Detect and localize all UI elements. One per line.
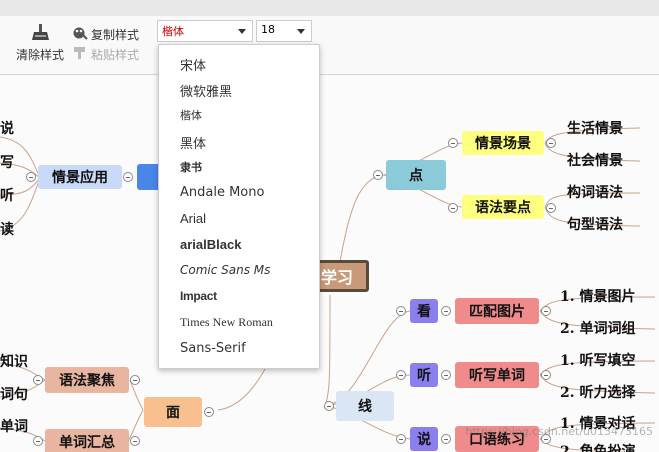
node-point[interactable]: 点 xyxy=(386,160,446,190)
window-top-strip xyxy=(0,0,659,16)
paste-style-button[interactable]: 粘贴样式 xyxy=(72,46,139,63)
node-face-leaf[interactable]: 单词 xyxy=(0,416,28,436)
font-size-value: 18 xyxy=(261,23,275,36)
node-left-top-parent[interactable]: 情景应用 xyxy=(38,165,122,189)
node-face-leaf[interactable]: 词句 xyxy=(0,384,28,404)
watermark: https://blog.csdn.net/u013473165 xyxy=(465,425,653,438)
node-face[interactable]: 面 xyxy=(144,397,202,427)
font-family-select[interactable]: 楷体 xyxy=(157,20,253,42)
collapse-toggle[interactable] xyxy=(33,436,43,446)
font-option[interactable]: 微软雅黑 xyxy=(180,81,232,100)
collapse-toggle[interactable] xyxy=(26,172,36,182)
collapse-toggle[interactable] xyxy=(396,306,406,316)
paste-style-label: 粘贴样式 xyxy=(91,48,140,62)
font-option[interactable]: Sans-Serif xyxy=(180,341,246,356)
chevron-down-icon xyxy=(297,29,305,34)
paint-icon xyxy=(72,26,88,43)
clear-style-label: 清除样式 xyxy=(16,48,65,62)
collapse-toggle[interactable] xyxy=(123,172,133,182)
node-line-leaf[interactable]: 2. 听力选择 xyxy=(560,382,636,402)
node-point-leaf[interactable]: 生活情景 xyxy=(567,118,623,138)
font-family-value: 楷体 xyxy=(162,25,184,38)
collapse-toggle[interactable] xyxy=(373,170,383,180)
paste-brush-icon xyxy=(72,46,88,63)
node-line[interactable]: 线 xyxy=(336,391,394,421)
font-option[interactable]: Andale Mono xyxy=(180,185,264,200)
font-option[interactable]: arialBlack xyxy=(180,237,241,252)
broom-icon xyxy=(29,24,51,45)
node-point-leaf[interactable]: 构词语法 xyxy=(567,182,623,202)
node-face-mid[interactable]: 语法聚焦 xyxy=(45,367,129,393)
collapse-toggle[interactable] xyxy=(441,306,451,316)
collapse-toggle[interactable] xyxy=(396,434,406,444)
collapse-toggle[interactable] xyxy=(541,306,551,316)
node-left-leaf[interactable]: 说 xyxy=(0,118,14,138)
font-option[interactable]: 宋体 xyxy=(180,55,206,74)
collapse-toggle[interactable] xyxy=(130,375,140,385)
collapse-toggle[interactable] xyxy=(441,434,451,444)
node-left-leaf[interactable]: 写 xyxy=(0,152,14,172)
node-line-leaf[interactable]: 2. 单词词组 xyxy=(560,318,636,338)
collapse-toggle[interactable] xyxy=(204,407,214,417)
node-line-child[interactable]: 看 xyxy=(410,299,438,323)
collapse-toggle[interactable] xyxy=(130,436,140,446)
node-line-leaf[interactable]: 2. 角色扮演 xyxy=(560,441,636,452)
collapse-toggle[interactable] xyxy=(441,370,451,380)
font-option[interactable]: 楷体 xyxy=(180,107,202,123)
collapse-toggle[interactable] xyxy=(396,370,406,380)
font-option[interactable]: Impact xyxy=(180,289,217,303)
mindmap-canvas[interactable]: 情景应用 说 写 听 读 学习 点 情景场景 语法要点 生活情景 社会情景 构词… xyxy=(0,75,659,452)
collapse-toggle[interactable] xyxy=(33,375,43,385)
node-point-child[interactable]: 语法要点 xyxy=(462,195,544,219)
font-option[interactable]: Times New Roman xyxy=(180,315,273,330)
collapse-toggle[interactable] xyxy=(546,138,556,148)
collapse-toggle[interactable] xyxy=(448,138,458,148)
node-line-leaf[interactable]: 1. 听写填空 xyxy=(560,350,636,370)
font-size-select[interactable]: 18 xyxy=(256,20,312,42)
font-option[interactable]: Arial xyxy=(180,211,206,226)
node-face-mid[interactable]: 单词汇总 xyxy=(45,429,129,452)
node-line-leaf[interactable]: 1. 情景图片 xyxy=(560,286,636,306)
node-line-child[interactable]: 说 xyxy=(410,427,438,451)
copy-style-label: 复制样式 xyxy=(91,28,140,42)
font-family-dropdown[interactable]: 宋体 微软雅黑 楷体 黑体 隶书 Andale Mono Arial arial… xyxy=(158,44,320,369)
toolbar: 清除样式 复制样式 粘贴样式 楷体 18 xyxy=(0,16,659,75)
node-line-mid[interactable]: 听写单词 xyxy=(455,362,539,388)
collapse-toggle[interactable] xyxy=(541,370,551,380)
collapse-toggle[interactable] xyxy=(448,203,458,213)
chevron-down-icon xyxy=(238,29,246,34)
font-option[interactable]: 隶书 xyxy=(180,159,202,175)
node-face-leaf[interactable]: 知识 xyxy=(0,351,28,371)
collapse-toggle[interactable] xyxy=(546,203,556,213)
node-point-child[interactable]: 情景场景 xyxy=(462,131,544,155)
node-left-leaf[interactable]: 听 xyxy=(0,185,14,205)
node-point-leaf[interactable]: 句型语法 xyxy=(567,214,623,234)
font-option[interactable]: 黑体 xyxy=(180,133,206,152)
node-point-leaf[interactable]: 社会情景 xyxy=(567,150,623,170)
clear-style-button[interactable]: 清除样式 xyxy=(16,24,64,63)
node-line-mid[interactable]: 匹配图片 xyxy=(455,298,539,324)
collapse-toggle[interactable] xyxy=(324,401,334,411)
node-line-child[interactable]: 听 xyxy=(410,363,438,387)
node-left-leaf[interactable]: 读 xyxy=(0,219,14,239)
font-option[interactable]: Comic Sans Ms xyxy=(180,263,270,277)
copy-style-button[interactable]: 复制样式 xyxy=(72,26,139,43)
